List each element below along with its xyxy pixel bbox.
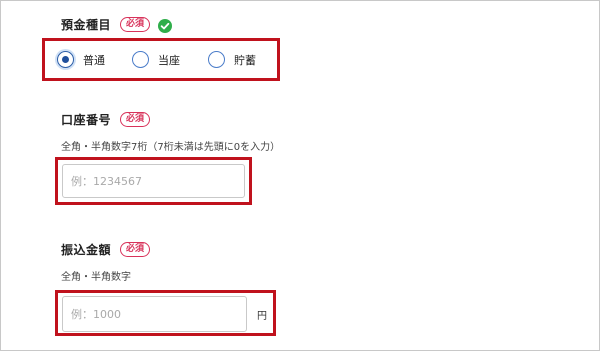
deposit-type-label: 預金種目 xyxy=(61,18,112,32)
transfer-amount-label: 振込金額 xyxy=(61,243,112,257)
account-number-hint: 全角・半角数字7桁（7桁未満は先頭に0を入力） xyxy=(61,142,281,153)
radio-button-chochiku[interactable] xyxy=(208,51,225,68)
account-number-highlight-frame xyxy=(55,157,252,205)
deposit-type-section: 預金種目 必須 xyxy=(61,16,173,33)
radio-label-toza: 当座 xyxy=(158,53,180,67)
radio-option-toza[interactable]: 当座 xyxy=(132,51,180,68)
currency-unit: 円 xyxy=(257,311,267,322)
radio-option-chochiku[interactable]: 貯蓄 xyxy=(208,51,256,68)
account-number-label-row: 口座番号 必須 xyxy=(61,111,151,128)
transfer-amount-hint: 全角・半角数字 xyxy=(61,272,131,283)
transfer-amount-highlight-frame: 円 xyxy=(55,290,276,336)
account-number-input[interactable] xyxy=(62,164,245,198)
required-badge: 必須 xyxy=(120,112,151,127)
deposit-type-label-row: 預金種目 必須 xyxy=(61,16,173,33)
transfer-amount-input[interactable] xyxy=(62,296,247,332)
radio-label-chochiku: 貯蓄 xyxy=(234,53,256,67)
check-circle-icon xyxy=(158,18,173,33)
transfer-amount-section: 振込金額 必須 全角・半角数字 xyxy=(61,241,151,283)
radio-button-futsu[interactable] xyxy=(57,51,74,68)
radio-button-toza[interactable] xyxy=(132,51,149,68)
transfer-amount-label-row: 振込金額 必須 xyxy=(61,241,151,258)
account-number-label: 口座番号 xyxy=(61,113,112,127)
account-number-section: 口座番号 必須 全角・半角数字7桁（7桁未満は先頭に0を入力） xyxy=(61,111,280,153)
deposit-type-highlight-frame: 普通 当座 貯蓄 xyxy=(42,38,280,81)
deposit-type-radio-group: 普通 当座 貯蓄 xyxy=(45,41,277,78)
radio-option-futsu[interactable]: 普通 xyxy=(57,51,105,68)
required-badge: 必須 xyxy=(120,17,151,32)
required-badge: 必須 xyxy=(120,242,151,257)
radio-label-futsu: 普通 xyxy=(83,53,105,67)
